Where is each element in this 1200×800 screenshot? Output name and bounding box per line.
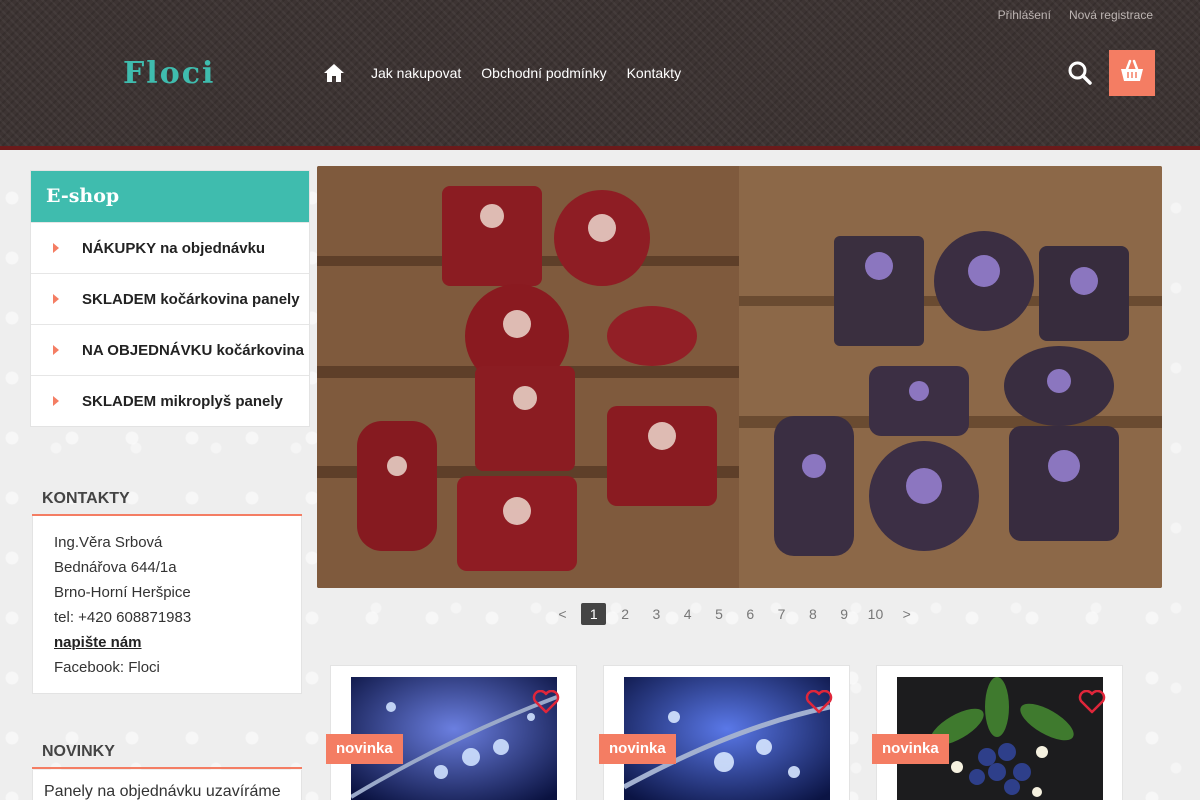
nav-obchodni-podminky[interactable]: Obchodní podmínky <box>481 65 606 81</box>
arrow-right-icon <box>53 345 59 355</box>
nav-kontakty[interactable]: Kontakty <box>627 65 681 81</box>
arrow-right-icon <box>53 294 59 304</box>
pager-page-8[interactable]: 8 <box>800 603 825 625</box>
arrow-right-icon <box>53 243 59 253</box>
heart-icon[interactable] <box>532 689 560 714</box>
login-link[interactable]: Přihlášení <box>998 8 1051 22</box>
heart-icon[interactable] <box>805 689 833 714</box>
novinky-box: Panely na objednávku uzavíráme <box>32 770 302 800</box>
account-links: Přihlášení Nová registrace <box>998 8 1153 22</box>
home-icon[interactable] <box>323 62 345 84</box>
novinky-heading: NOVINKY <box>32 743 302 769</box>
search-icon[interactable] <box>1067 60 1093 86</box>
contact-name: Ing.Věra Srbová <box>54 534 163 551</box>
pager-prev[interactable]: < <box>550 603 575 625</box>
pager-page-1[interactable]: 1 <box>581 603 607 625</box>
contact-phone: tel: +420 608871983 <box>54 609 192 626</box>
arrow-right-icon <box>53 396 59 406</box>
category-label: NA OBJEDNÁVKU kočárkovina <box>82 341 305 359</box>
contact-facebook: Facebook: Floci <box>54 659 160 676</box>
category-label: NÁKUPKY na objednávku <box>82 239 266 257</box>
category-label: SKLADEM kočárkovina panely <box>82 290 300 308</box>
slider-pagination: < 1 2 3 4 5 6 7 8 9 10 > <box>550 603 926 625</box>
pager-page-5[interactable]: 5 <box>706 603 731 625</box>
hero-slider[interactable] <box>317 166 1162 588</box>
pager-page-9[interactable]: 9 <box>832 603 857 625</box>
pager-page-10[interactable]: 10 <box>863 603 888 625</box>
heart-icon[interactable] <box>1078 689 1106 714</box>
cart-icon <box>1119 59 1145 88</box>
category-label: SKLADEM mikroplyš panely <box>82 392 283 410</box>
register-link[interactable]: Nová registrace <box>1069 8 1153 22</box>
write-us-link[interactable]: napište nám <box>54 630 301 655</box>
product-card[interactable]: novinka <box>872 665 1123 800</box>
site-header: Přihlášení Nová registrace Floci Jak nak… <box>0 0 1200 150</box>
pager-next[interactable]: > <box>894 603 919 625</box>
pager-page-3[interactable]: 3 <box>644 603 669 625</box>
nav-jak-nakupovat[interactable]: Jak nakupovat <box>371 65 461 81</box>
category-skladem-kocarkovina[interactable]: SKLADEM kočárkovina panely <box>31 273 309 324</box>
eshop-title: E-shop <box>31 171 309 222</box>
novinka-badge: novinka <box>599 734 676 764</box>
slide-image-purple-bags <box>739 166 1162 588</box>
contact-city: Brno-Horní Heršpice <box>54 584 191 601</box>
pager-page-6[interactable]: 6 <box>738 603 763 625</box>
pager-page-7[interactable]: 7 <box>769 603 794 625</box>
pager-page-2[interactable]: 2 <box>613 603 638 625</box>
main-nav: Jak nakupovat Obchodní podmínky Kontakty <box>323 62 701 84</box>
product-card[interactable]: novinka <box>599 665 850 800</box>
contact-street: Bednářova 644/1a <box>54 559 177 576</box>
cart-button[interactable] <box>1109 50 1155 96</box>
novinky-text: Panely na objednávku uzavíráme <box>44 783 281 800</box>
site-logo[interactable]: Floci <box>123 56 215 91</box>
novinka-badge: novinka <box>872 734 949 764</box>
category-objednavka-kocarkovina[interactable]: NA OBJEDNÁVKU kočárkovina <box>31 324 309 375</box>
eshop-menu: E-shop NÁKUPKY na objednávku SKLADEM koč… <box>30 170 310 427</box>
pager-page-4[interactable]: 4 <box>675 603 700 625</box>
category-skladem-mikroplys[interactable]: SKLADEM mikroplyš panely <box>31 375 309 426</box>
category-nakupky[interactable]: NÁKUPKY na objednávku <box>31 222 309 273</box>
kontakty-box: Ing.Věra Srbová Bednářova 644/1a Brno-Ho… <box>32 516 302 694</box>
novinka-badge: novinka <box>326 734 403 764</box>
kontakty-heading: KONTAKTY <box>32 490 302 516</box>
product-card[interactable]: novinka <box>326 665 577 800</box>
slide-image-red-bags <box>317 166 739 588</box>
